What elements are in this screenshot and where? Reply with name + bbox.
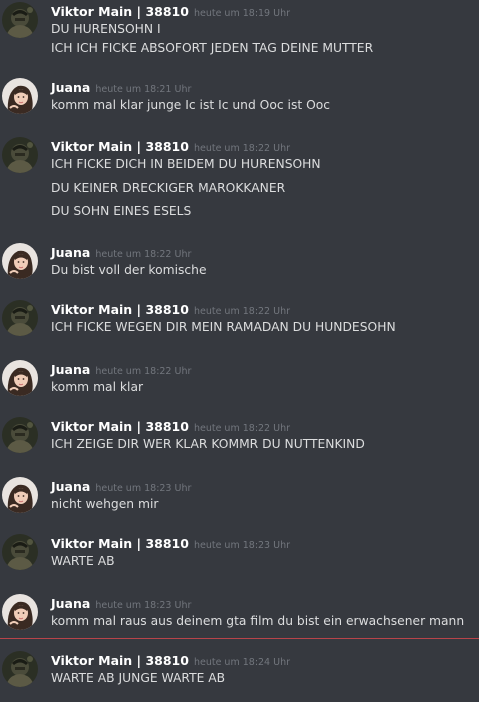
author-name[interactable]: Juana <box>51 479 90 494</box>
dark-portrait-avatar-icon[interactable] <box>2 2 38 38</box>
timestamp: heute um 18:23 Uhr <box>193 540 291 551</box>
author-name[interactable]: Juana <box>51 245 90 260</box>
message-header: Juana heute um 18:23 Uhr <box>51 594 191 612</box>
author-name[interactable]: Viktor Main | 38810 <box>51 139 189 154</box>
message-text: komm mal klar junge Ic ist Ic und Ooc is… <box>51 98 331 112</box>
message-header: Viktor Main | 38810 heute um 18:24 Uhr <box>51 651 290 669</box>
dark-portrait-avatar-icon[interactable] <box>2 417 38 453</box>
message-text: ICH FICKE DICH IN BEIDEM DU HURENSOHN <box>51 157 321 171</box>
message-header: Viktor Main | 38810 heute um 18:22 Uhr <box>51 417 290 435</box>
message-text: komm mal klar <box>51 380 144 394</box>
message-header: Viktor Main | 38810 heute um 18:22 Uhr <box>51 137 290 155</box>
author-name[interactable]: Viktor Main | 38810 <box>51 653 189 668</box>
author-name[interactable]: Juana <box>51 596 90 611</box>
message-text: komm mal raus aus deinem gta film du bis… <box>51 614 465 628</box>
author-name[interactable]: Juana <box>51 362 90 377</box>
dark-portrait-avatar-icon[interactable] <box>2 651 38 687</box>
message-text: ICH ZEIGE DIR WER KLAR KOMMR DU NUTTENKI… <box>51 437 365 451</box>
message-text: Du bist voll der komische <box>51 263 207 277</box>
timestamp: heute um 18:22 Uhr <box>193 306 291 317</box>
timestamp: heute um 18:21 Uhr <box>95 84 192 95</box>
timestamp: heute um 18:22 Uhr <box>193 423 291 434</box>
author-name[interactable]: Juana <box>51 80 90 95</box>
message-header: Viktor Main | 38810 heute um 18:22 Uhr <box>51 300 290 318</box>
message-text: DU HURENSOHN I <box>51 22 161 36</box>
message-header: Juana heute um 18:23 Uhr <box>51 477 191 495</box>
girl-portrait-avatar-icon[interactable] <box>2 360 38 396</box>
timestamp: heute um 18:22 Uhr <box>95 249 192 260</box>
message-text: WARTE AB <box>51 554 115 568</box>
timestamp: heute um 18:22 Uhr <box>193 143 291 154</box>
timestamp: heute um 18:23 Uhr <box>95 483 192 494</box>
message-header: Viktor Main | 38810 heute um 18:19 Uhr <box>51 2 290 20</box>
dark-portrait-avatar-icon[interactable] <box>2 137 38 173</box>
message-list: Viktor Main | 38810 heute um 18:19 Uhr DU… <box>0 0 479 702</box>
timestamp: heute um 18:23 Uhr <box>95 600 192 611</box>
girl-portrait-avatar-icon[interactable] <box>2 78 38 114</box>
message-text: DU SOHN EINES ESELS <box>51 204 192 218</box>
author-name[interactable]: Viktor Main | 38810 <box>51 419 189 434</box>
timestamp: heute um 18:24 Uhr <box>193 657 291 668</box>
new-messages-divider <box>0 638 479 639</box>
dark-portrait-avatar-icon[interactable] <box>2 300 38 336</box>
message-text: ICH FICKE WEGEN DIR MEIN RAMADAN DU HUND… <box>51 320 396 334</box>
girl-portrait-avatar-icon[interactable] <box>2 477 38 513</box>
girl-portrait-avatar-icon[interactable] <box>2 243 38 279</box>
author-name[interactable]: Viktor Main | 38810 <box>51 4 189 19</box>
message-header: Juana heute um 18:22 Uhr <box>51 360 191 378</box>
message-text: ICH ICH FICKE ABSOFORT JEDEN TAG DEINE M… <box>51 41 374 55</box>
timestamp: heute um 18:19 Uhr <box>193 8 291 19</box>
message-header: Juana heute um 18:21 Uhr <box>51 78 191 96</box>
message-text: DU KEINER DRECKIGER MAROKKANER <box>51 181 286 195</box>
message-header: Juana heute um 18:22 Uhr <box>51 243 191 261</box>
timestamp: heute um 18:22 Uhr <box>95 366 192 377</box>
girl-portrait-avatar-icon[interactable] <box>2 594 38 630</box>
author-name[interactable]: Viktor Main | 38810 <box>51 302 189 317</box>
message-text: WARTE AB JUNGE WARTE AB <box>51 671 226 685</box>
author-name[interactable]: Viktor Main | 38810 <box>51 536 189 551</box>
dark-portrait-avatar-icon[interactable] <box>2 534 38 570</box>
message-header: Viktor Main | 38810 heute um 18:23 Uhr <box>51 534 290 552</box>
message-text: nicht wehgen mir <box>51 497 159 511</box>
